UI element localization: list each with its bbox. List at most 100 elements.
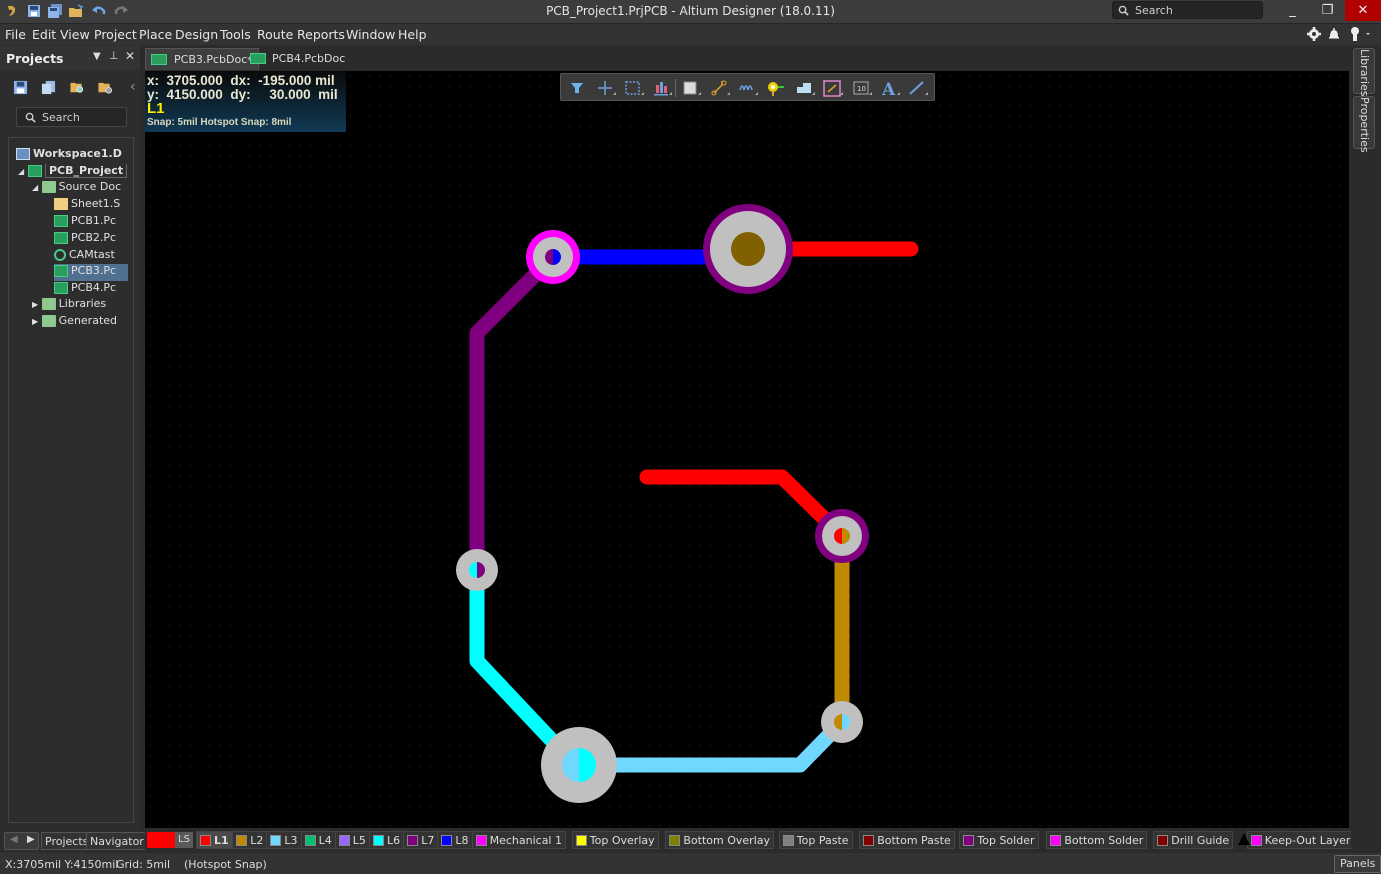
collapse-arrow-icon[interactable]: ▶ xyxy=(32,300,38,309)
tree-item-pcb2[interactable]: PCB2.Pc xyxy=(54,231,116,248)
pad-bottom-large[interactable] xyxy=(541,727,617,803)
project-options-icon[interactable] xyxy=(97,80,113,95)
layer-label: L2 xyxy=(250,834,263,847)
layer-color-swatch xyxy=(1251,835,1262,846)
layer-tab-l8[interactable]: L8 xyxy=(437,831,472,849)
layer-tab-l3[interactable]: L3 xyxy=(266,831,301,849)
tab-pcb4[interactable]: PCB4.PcbDoc xyxy=(244,48,351,70)
line-icon[interactable] xyxy=(906,78,928,98)
tab-navigator[interactable]: Navigator xyxy=(86,832,148,850)
pin-icon[interactable]: ⊥ xyxy=(109,49,119,62)
menu-view[interactable]: View xyxy=(60,27,90,42)
string-dimension-icon[interactable]: 10 xyxy=(850,78,872,98)
panels-button[interactable]: Panels xyxy=(1334,855,1381,873)
gear-icon[interactable] xyxy=(1307,27,1321,41)
route-icon[interactable] xyxy=(708,78,730,98)
layer-tab-keep-out-layer[interactable]: Keep-Out Layer xyxy=(1247,831,1355,849)
layer-label: L3 xyxy=(284,834,297,847)
status-grid: Grid: 5mil xyxy=(116,858,170,871)
menu-window[interactable]: Window xyxy=(346,27,395,42)
projects-search-input[interactable]: Search xyxy=(16,107,127,127)
pcb-canvas[interactable] xyxy=(145,71,1349,828)
layer-tab-top-overlay[interactable]: Top Overlay xyxy=(572,831,659,849)
menu-tools[interactable]: Tools xyxy=(220,27,251,42)
tree-item-generated[interactable]: ▶ Generated xyxy=(32,314,117,331)
via-top-left[interactable] xyxy=(526,230,580,284)
via-icon[interactable] xyxy=(764,78,786,98)
panel-menu-dropdown-icon[interactable]: ▼ xyxy=(93,51,101,62)
component-icon[interactable] xyxy=(679,78,701,98)
menu-edit[interactable]: Edit xyxy=(32,27,56,42)
layer-tab-bottom-overlay[interactable]: Bottom Overlay xyxy=(665,831,774,849)
text-icon[interactable]: A xyxy=(878,78,900,98)
global-search-input[interactable]: Search xyxy=(1112,1,1263,19)
notification-bell-icon[interactable] xyxy=(1328,27,1340,41)
collapse-arrow-icon[interactable]: ▶ xyxy=(32,317,38,326)
layer-tab-l6[interactable]: L6 xyxy=(369,831,404,849)
pad-top-large[interactable] xyxy=(703,204,793,294)
via-right-lower[interactable] xyxy=(821,701,863,743)
layer-scroll-marker-icon[interactable] xyxy=(1238,833,1250,845)
align-icon[interactable] xyxy=(650,78,672,98)
pcb-doc-icon xyxy=(250,53,266,64)
menu-design[interactable]: Design xyxy=(175,27,218,42)
layer-tab-l5[interactable]: L5 xyxy=(335,831,370,849)
tree-item-camtastic[interactable]: CAMtast xyxy=(54,248,115,265)
layer-tab-l4[interactable]: L4 xyxy=(301,831,336,849)
layer-tab-bottom-solder[interactable]: Bottom Solder xyxy=(1046,831,1147,849)
tab-libraries[interactable]: Libraries xyxy=(1353,48,1375,94)
expand-arrow-icon[interactable]: ◢ xyxy=(18,167,24,176)
tree-item-project[interactable]: ◢ PCB_Project xyxy=(18,164,128,181)
menu-reports[interactable]: Reports xyxy=(297,27,345,42)
tab-projects[interactable]: Projects xyxy=(41,832,92,850)
tree-item-workspace[interactable]: Workspace1.D xyxy=(16,147,122,164)
layer-tab-mechanical-1[interactable]: Mechanical 1 xyxy=(472,831,566,849)
tree-item-pcb3[interactable]: PCB3.Pc xyxy=(54,264,128,281)
layer-set-button[interactable]: LS xyxy=(175,832,193,848)
tree-item-source-documents[interactable]: ◢ Source Doc xyxy=(32,180,121,197)
layer-tab-top-paste[interactable]: Top Paste xyxy=(779,831,853,849)
compile-project-icon[interactable] xyxy=(41,80,56,95)
scroll-left-icon[interactable]: ◀ xyxy=(10,834,18,845)
menu-route[interactable]: Route xyxy=(257,27,293,42)
tree-item-pcb4[interactable]: PCB4.Pc xyxy=(54,281,116,298)
diff-pair-icon[interactable] xyxy=(736,78,758,98)
user-account-icon[interactable] xyxy=(1348,26,1372,42)
tree-item-libraries[interactable]: ▶ Libraries xyxy=(32,297,106,314)
layer-tab-l2[interactable]: L2 xyxy=(232,831,267,849)
projects-panel-header: Projects ▼ ⊥ ✕ xyxy=(0,46,140,70)
layer-tab-top-solder[interactable]: Top Solder xyxy=(959,831,1038,849)
layer-label: Top Overlay xyxy=(590,834,655,847)
menu-file[interactable]: File xyxy=(5,27,26,42)
restore-button[interactable]: ❐ xyxy=(1310,0,1345,21)
menu-project[interactable]: Project xyxy=(94,27,137,42)
polygon-pour-icon[interactable] xyxy=(793,78,815,98)
close-button[interactable]: ✕ xyxy=(1345,0,1381,21)
panel-scroll-buttons[interactable]: ◀ ▶ xyxy=(4,832,39,850)
save-project-icon[interactable] xyxy=(13,80,28,95)
crosshair-icon[interactable] xyxy=(594,78,616,98)
select-rect-icon[interactable] xyxy=(622,78,644,98)
panel-close-icon[interactable]: ✕ xyxy=(125,49,135,63)
menu-place[interactable]: Place xyxy=(139,27,172,42)
expand-arrow-icon[interactable]: ◢ xyxy=(32,183,38,192)
layer-tab-l7[interactable]: L7 xyxy=(403,831,438,849)
interactive-route-icon[interactable] xyxy=(821,78,843,98)
layer-tab-l1[interactable]: L1 xyxy=(196,831,233,849)
layer-tab-drill-guide[interactable]: Drill Guide xyxy=(1153,831,1233,849)
tree-item-pcb1[interactable]: PCB1.Pc xyxy=(54,214,116,231)
via-right-upper[interactable] xyxy=(815,509,869,563)
scroll-right-icon[interactable]: ▶ xyxy=(27,834,35,845)
explore-folder-icon[interactable] xyxy=(69,80,85,95)
layer-tab-bottom-paste[interactable]: Bottom Paste xyxy=(859,831,955,849)
menu-help[interactable]: Help xyxy=(398,27,427,42)
filter-icon[interactable] xyxy=(566,78,588,98)
toolbar-overflow-icon[interactable]: ‹ xyxy=(130,79,136,95)
tree-item-sheet1[interactable]: Sheet1.S xyxy=(54,197,120,214)
tab-properties[interactable]: Properties xyxy=(1353,96,1375,149)
minimize-button[interactable]: _ xyxy=(1275,0,1310,21)
layer-color-swatch xyxy=(476,835,487,846)
current-layer-color[interactable] xyxy=(147,832,175,848)
via-left-middle[interactable] xyxy=(456,549,498,591)
tab-pcb3[interactable]: PCB3.PcbDoc* xyxy=(145,48,259,70)
